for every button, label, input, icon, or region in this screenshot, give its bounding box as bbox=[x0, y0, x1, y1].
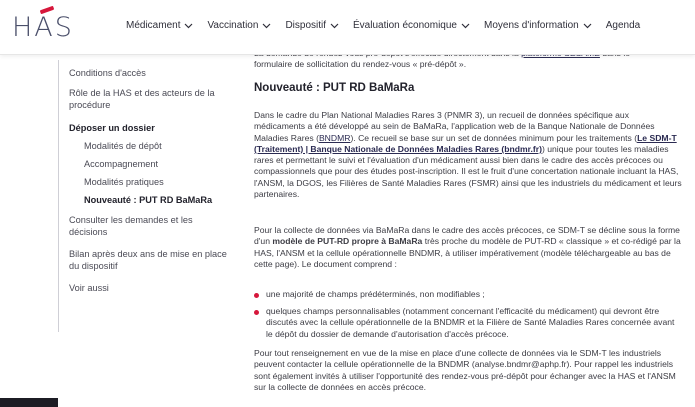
nav-label: Moyens d'information bbox=[483, 20, 579, 31]
sidebar-item-modalites-pratiques[interactable]: Modalités pratiques bbox=[84, 176, 244, 188]
nav-label: Vaccination bbox=[207, 20, 259, 31]
nav-item-vaccination[interactable]: Vaccination bbox=[207, 20, 271, 31]
paragraph-contact: Pour tout renseignement en vue de la mis… bbox=[254, 348, 676, 392]
nav-item-dispositif[interactable]: Dispositif bbox=[285, 20, 339, 31]
text-bold: modèle de PUT-RD propre à BaMaRa bbox=[272, 236, 423, 247]
has-logo[interactable]: HAS bbox=[12, 12, 74, 43]
sidebar-item-label: Modalités de dépôt bbox=[84, 141, 162, 151]
sidebar-item-label: Voir aussi bbox=[69, 283, 109, 293]
sidebar-item-modalites-depot[interactable]: Modalités de dépôt bbox=[84, 140, 244, 152]
nav-label: Évaluation économique bbox=[353, 20, 457, 31]
chevron-down-icon bbox=[461, 23, 470, 29]
nav-item-moyens-information[interactable]: Moyens d'information bbox=[484, 20, 592, 31]
footer-edge bbox=[0, 398, 58, 407]
sidebar-item-deposer-dossier[interactable]: Déposer un dossier bbox=[69, 122, 229, 134]
main-nav: Médicament Vaccination Dispositif Évalua… bbox=[126, 20, 640, 31]
sidebar-item-label: Consulter les demandes et les décisions bbox=[69, 215, 193, 237]
sidebar-item-put-rd-bamara[interactable]: Nouveauté : PUT RD BaMaRa bbox=[84, 194, 244, 206]
text: ). Ce recueil se base sur un set de donn… bbox=[350, 132, 638, 143]
chevron-down-icon bbox=[330, 23, 339, 29]
nav-item-medicament[interactable]: Médicament bbox=[126, 20, 193, 31]
text: formulaire de sollicitation du rendez-vo… bbox=[254, 59, 467, 70]
sidebar-item-consulter-demandes[interactable]: Consulter les demandes et les décisions bbox=[69, 214, 229, 238]
sidebar-item-label: Conditions d'accès bbox=[69, 68, 146, 78]
sidebar-item-label: Modalités pratiques bbox=[84, 177, 164, 187]
list-item: une majorité de champs prédéterminés, no… bbox=[266, 289, 485, 299]
bndmr-link[interactable]: BNDMR bbox=[319, 133, 351, 143]
sidebar-item-bilan[interactable]: Bilan après deux ans de mise en place du… bbox=[69, 248, 229, 272]
bullet-icon bbox=[254, 293, 259, 298]
sidebar-item-accompagnement[interactable]: Accompagnement bbox=[84, 158, 244, 170]
sidebar-item-label: Bilan après deux ans de mise en place du… bbox=[69, 249, 227, 271]
section-heading: Nouveauté : PUT RD BaMaRa bbox=[254, 82, 415, 94]
top-navigation-bar: HAS Médicament Vaccination Dispositif Év… bbox=[0, 0, 695, 55]
nav-item-agenda[interactable]: Agenda bbox=[606, 20, 640, 31]
sidebar-item-label: Rôle de la HAS et des acteurs de la proc… bbox=[69, 88, 215, 110]
nav-label: Médicament bbox=[126, 20, 181, 31]
chevron-down-icon bbox=[184, 23, 193, 29]
nav-item-evaluation-economique[interactable]: Évaluation économique bbox=[353, 20, 470, 31]
sidebar: Conditions d'accès Rôle de la HAS et des… bbox=[58, 60, 231, 332]
paragraph-put-rd-model: Pour la collecte de données via BaMaRa d… bbox=[254, 225, 682, 270]
nav-label: Dispositif bbox=[285, 20, 327, 31]
sidebar-item-voir-aussi[interactable]: Voir aussi bbox=[69, 282, 229, 294]
logo-text: HAS bbox=[12, 12, 74, 43]
nav-label: Agenda bbox=[605, 20, 641, 31]
sidebar-item-label: Accompagnement bbox=[84, 159, 159, 169]
sidebar-item-label: Nouveauté : PUT RD BaMaRa bbox=[84, 195, 213, 205]
list-item: quelques champs personnalisables (notamm… bbox=[266, 306, 675, 339]
chevron-down-icon bbox=[583, 23, 592, 29]
chevron-down-icon bbox=[262, 23, 271, 29]
sidebar-item-label: Déposer un dossier bbox=[69, 123, 155, 133]
paragraph-bamara-intro: Dans le cadre du Plan National Maladies … bbox=[254, 110, 682, 200]
sidebar-item-role-has[interactable]: Rôle de la HAS et des acteurs de la proc… bbox=[69, 87, 229, 111]
sidebar-item-conditions-acces[interactable]: Conditions d'accès bbox=[69, 67, 229, 79]
bullet-icon bbox=[254, 310, 259, 315]
